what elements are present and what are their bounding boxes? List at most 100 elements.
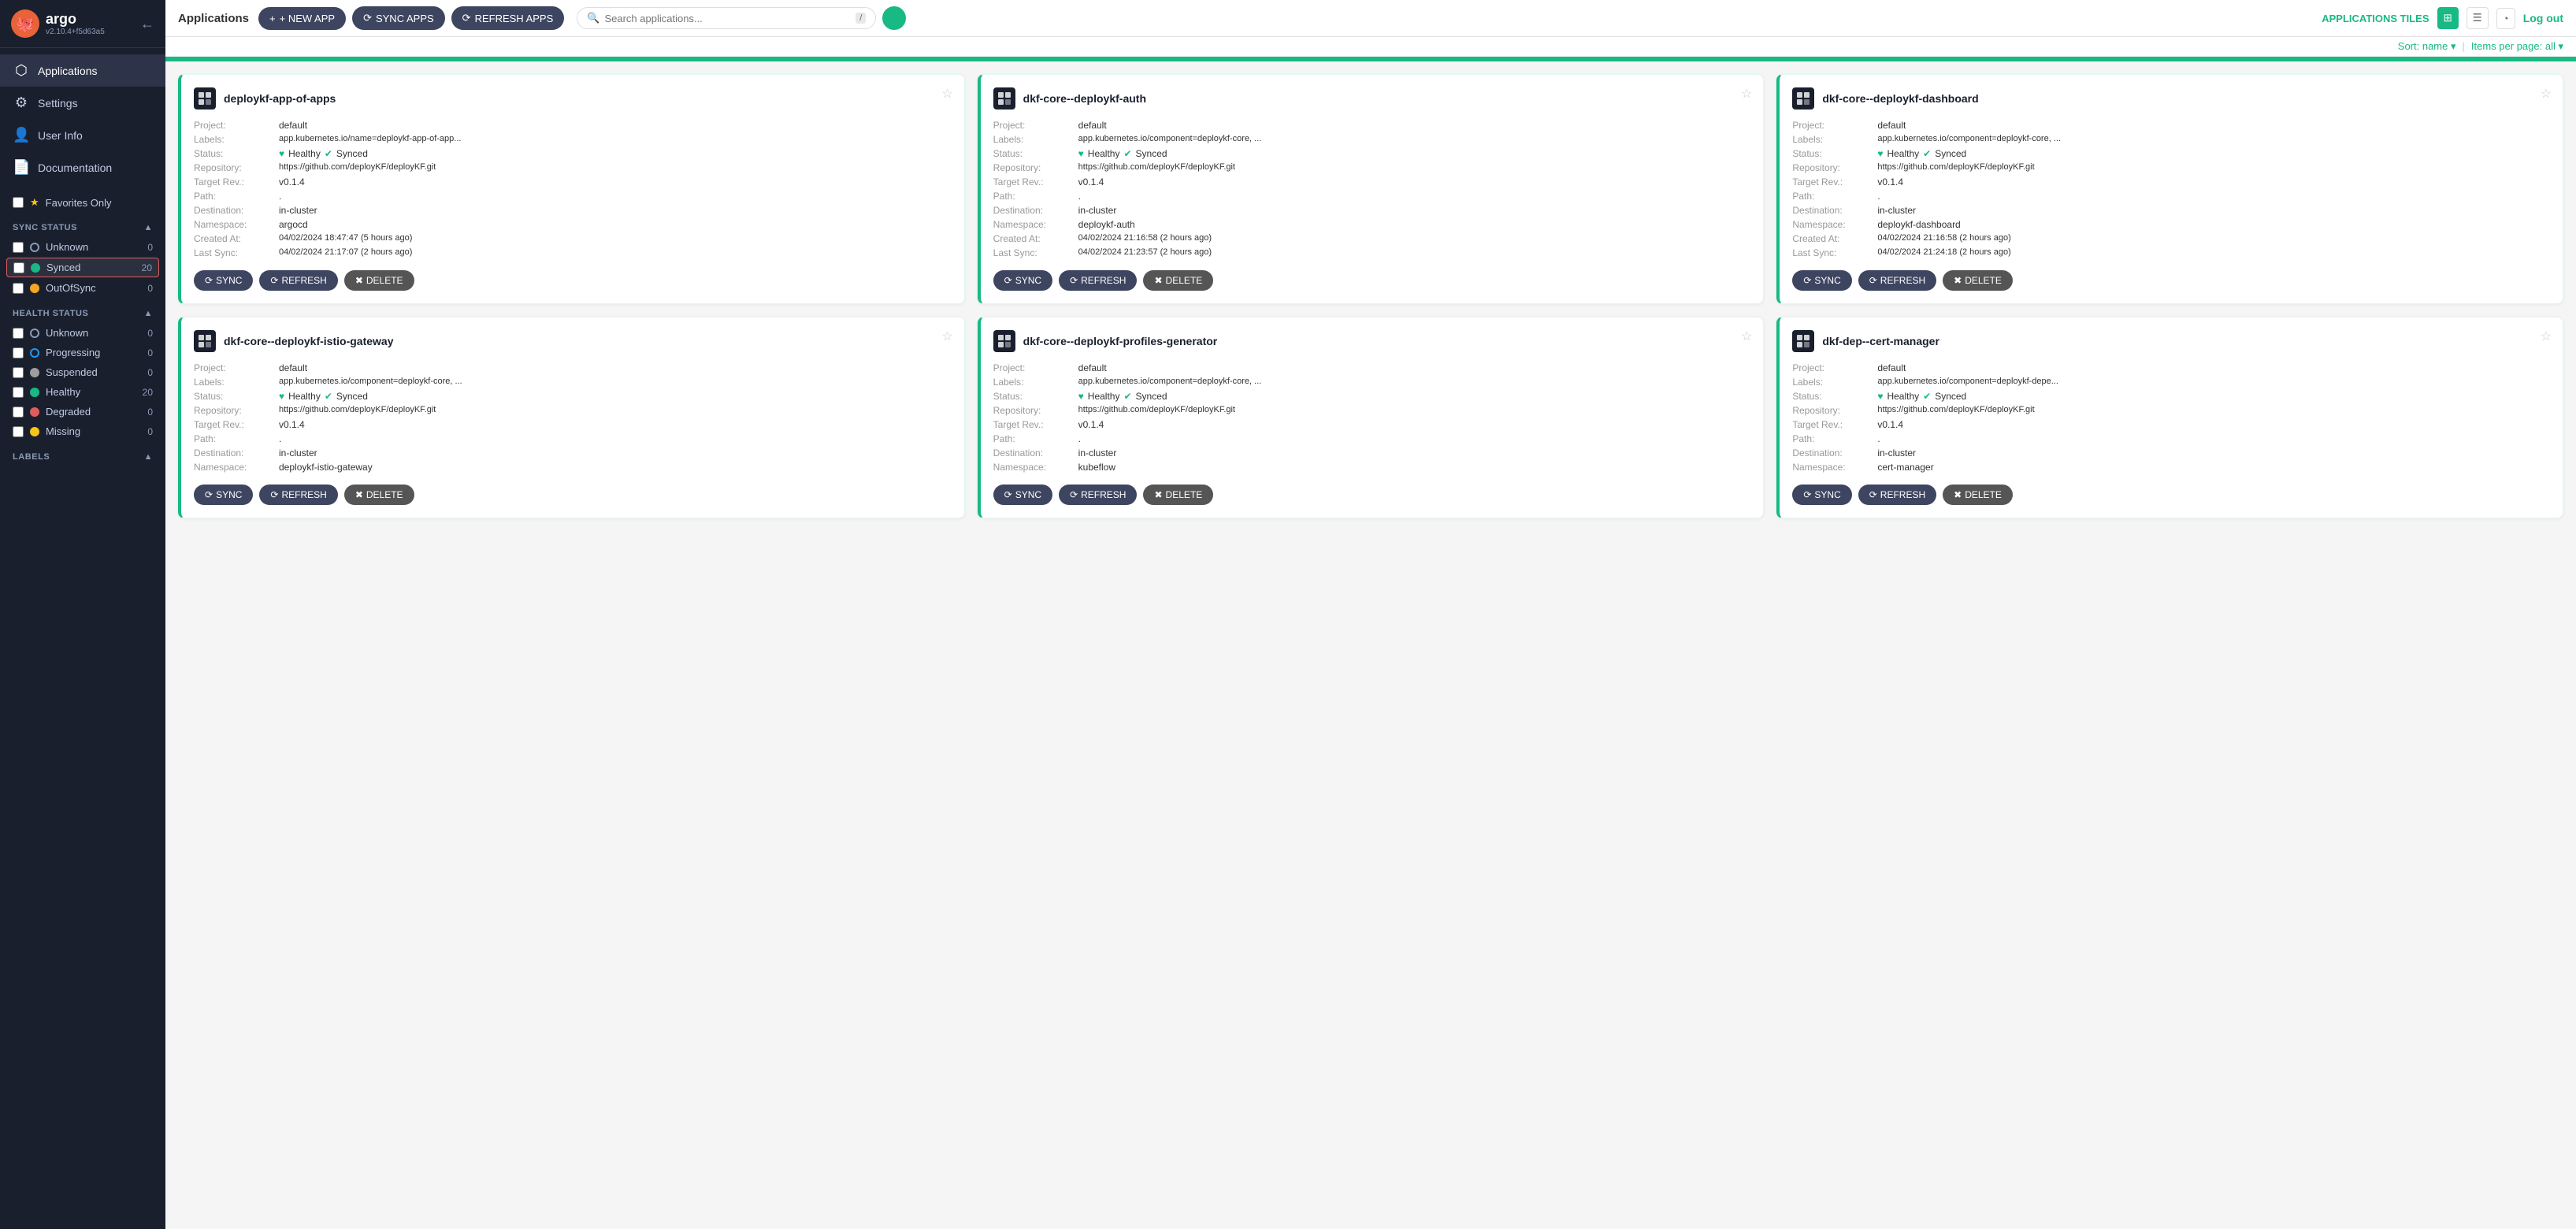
delete-icon: ✖: [355, 489, 363, 500]
sidebar-item-applications[interactable]: ⬡ Applications: [0, 54, 165, 87]
sync-apps-icon: ⟳: [363, 12, 372, 24]
search-input[interactable]: [604, 13, 851, 24]
sync-button[interactable]: ⟳ SYNC: [194, 270, 253, 291]
health-unknown-checkbox[interactable]: [13, 328, 24, 339]
namespace-label: Namespace:: [993, 218, 1072, 231]
favorite-star-icon[interactable]: ☆: [1741, 86, 1752, 102]
sync-unknown-dot: [30, 243, 39, 252]
refresh-button[interactable]: ⟳ REFRESH: [1059, 270, 1137, 291]
favorites-filter[interactable]: ★ Favorites Only: [0, 190, 165, 215]
status-value: ♥ Healthy ✔ Synced: [1078, 390, 1751, 403]
refresh-button[interactable]: ⟳ REFRESH: [1059, 485, 1137, 505]
project-label: Project:: [993, 119, 1072, 132]
sync-filter-outofsync[interactable]: OutOfSync 0: [0, 278, 165, 298]
app-card-icon: [1792, 87, 1814, 110]
health-filter-unknown[interactable]: Unknown 0: [0, 323, 165, 343]
health-icon: ♥: [279, 391, 284, 402]
refresh-icon: ⟳: [1869, 489, 1877, 500]
favorite-star-icon[interactable]: ☆: [2541, 329, 2552, 344]
new-app-button[interactable]: + + NEW APP: [258, 7, 346, 30]
refresh-button[interactable]: ⟳ REFRESH: [1858, 485, 1936, 505]
health-filter-healthy[interactable]: Healthy 20: [0, 382, 165, 402]
sync-button[interactable]: ⟳ SYNC: [1792, 485, 1851, 505]
delete-button[interactable]: ✖ DELETE: [1943, 485, 2013, 505]
path-value: .: [1877, 190, 2550, 202]
sync-status-header[interactable]: SYNC STATUS ▲: [0, 218, 165, 237]
health-status-header[interactable]: HEALTH STATUS ▲: [0, 304, 165, 323]
labels-value: app.kubernetes.io/component=deploykf-cor…: [1078, 133, 1751, 146]
health-suspended-checkbox[interactable]: [13, 367, 24, 378]
refresh-label: REFRESH: [281, 489, 326, 500]
topbar-right: APPLICATIONS TILES ⊞ ☰ ◔ Log out: [2322, 7, 2563, 29]
sidebar-item-documentation[interactable]: 📄 Documentation: [0, 151, 165, 184]
delete-button[interactable]: ✖ DELETE: [344, 270, 414, 291]
health-missing-dot: [30, 427, 39, 436]
sync-button[interactable]: ⟳ SYNC: [1792, 270, 1851, 291]
favorite-star-icon[interactable]: ☆: [941, 86, 952, 102]
health-progressing-checkbox[interactable]: [13, 347, 24, 358]
health-filter-missing[interactable]: Missing 0: [0, 421, 165, 441]
sync-unknown-checkbox[interactable]: [13, 242, 24, 253]
favorite-star-icon[interactable]: ☆: [1741, 329, 1752, 344]
pie-view-button[interactable]: ◔: [2496, 8, 2515, 29]
delete-button[interactable]: ✖ DELETE: [1143, 485, 1213, 505]
health-healthy-checkbox[interactable]: [13, 387, 24, 398]
sync-button[interactable]: ⟳ SYNC: [194, 485, 253, 505]
favorite-star-icon[interactable]: ☆: [941, 329, 952, 344]
sync-apps-button[interactable]: ⟳ SYNC APPS: [352, 6, 445, 30]
delete-button[interactable]: ✖ DELETE: [1143, 270, 1213, 291]
status-label: Status:: [993, 147, 1072, 160]
sort-by-name[interactable]: Sort: name ▾: [2398, 40, 2456, 53]
destination-label: Destination:: [993, 204, 1072, 217]
delete-button[interactable]: ✖ DELETE: [1943, 270, 2013, 291]
back-button[interactable]: ←: [140, 16, 154, 32]
search-icon: 🔍: [587, 12, 599, 24]
health-unknown-count: 0: [147, 328, 153, 339]
health-degraded-dot: [30, 407, 39, 417]
sync-filter-unknown[interactable]: Unknown 0: [0, 237, 165, 257]
project-label: Project:: [993, 362, 1072, 374]
favorites-checkbox[interactable]: [13, 197, 24, 208]
grid-view-button[interactable]: ⊞: [2437, 7, 2459, 29]
project-value: default: [279, 362, 952, 374]
app-card-icon: [194, 330, 216, 352]
items-per-page[interactable]: Items per page: all ▾: [2471, 40, 2563, 53]
logout-button[interactable]: Log out: [2523, 12, 2563, 24]
health-filter-degraded[interactable]: Degraded 0: [0, 402, 165, 421]
app-card-title: dkf-core--deploykf-dashboard: [1822, 92, 2550, 105]
sync-label: SYNC: [1015, 489, 1041, 500]
health-missing-checkbox[interactable]: [13, 426, 24, 437]
filter-avatar[interactable]: [882, 6, 906, 30]
sidebar-item-settings[interactable]: ⚙ Settings: [0, 87, 165, 119]
app-card: dkf-core--deploykf-profiles-generator ☆ …: [978, 317, 1765, 518]
destination-value: in-cluster: [279, 204, 952, 217]
refresh-apps-button[interactable]: ⟳ REFRESH APPS: [451, 6, 565, 30]
refresh-button[interactable]: ⟳ REFRESH: [259, 485, 337, 505]
health-filter-progressing[interactable]: Progressing 0: [0, 343, 165, 362]
destination-label: Destination:: [993, 447, 1072, 459]
argo-logo-icon: 🐙: [11, 9, 39, 38]
list-view-button[interactable]: ☰: [2467, 7, 2489, 29]
sidebar-item-user-info[interactable]: 👤 User Info: [0, 119, 165, 151]
last-sync-label: Last Sync:: [194, 247, 273, 259]
sync-filter-synced[interactable]: Synced 20: [6, 258, 159, 277]
health-degraded-checkbox[interactable]: [13, 407, 24, 418]
sync-outofsync-checkbox[interactable]: [13, 283, 24, 294]
sidebar-item-documentation-label: Documentation: [38, 162, 112, 174]
project-value: default: [1877, 119, 2550, 132]
labels-header[interactable]: LABELS ▲: [0, 447, 165, 466]
destination-value: in-cluster: [1877, 447, 2550, 459]
health-icon: ♥: [279, 148, 284, 159]
sync-button[interactable]: ⟳ SYNC: [993, 485, 1052, 505]
refresh-button[interactable]: ⟳ REFRESH: [259, 270, 337, 291]
favorite-star-icon[interactable]: ☆: [2541, 86, 2552, 102]
health-filter-suspended[interactable]: Suspended 0: [0, 362, 165, 382]
delete-label: DELETE: [366, 489, 403, 500]
path-value: .: [1078, 433, 1751, 445]
refresh-button[interactable]: ⟳ REFRESH: [1858, 270, 1936, 291]
sync-button[interactable]: ⟳ SYNC: [993, 270, 1052, 291]
delete-button[interactable]: ✖ DELETE: [344, 485, 414, 505]
project-label: Project:: [1792, 362, 1871, 374]
namespace-value: deploykf-dashboard: [1877, 218, 2550, 231]
sync-synced-checkbox[interactable]: [13, 262, 24, 273]
